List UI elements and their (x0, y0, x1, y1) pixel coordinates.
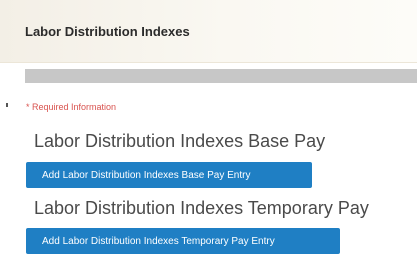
base-pay-section-title: Labor Distribution Indexes Base Pay (34, 131, 326, 151)
add-base-pay-entry-button[interactable]: Add Labor Distribution Indexes Base Pay … (26, 162, 312, 188)
edge-marker (6, 103, 8, 107)
section-divider-bar (25, 69, 417, 83)
add-temporary-pay-entry-button[interactable]: Add Labor Distribution Indexes Temporary… (26, 228, 340, 254)
temporary-pay-section-title: Labor Distribution Indexes Temporary Pay (34, 198, 369, 218)
required-information-note: * Required Information (26, 102, 117, 112)
page-header: Labor Distribution Indexes (0, 0, 417, 63)
page-title: Labor Distribution Indexes (25, 24, 190, 39)
